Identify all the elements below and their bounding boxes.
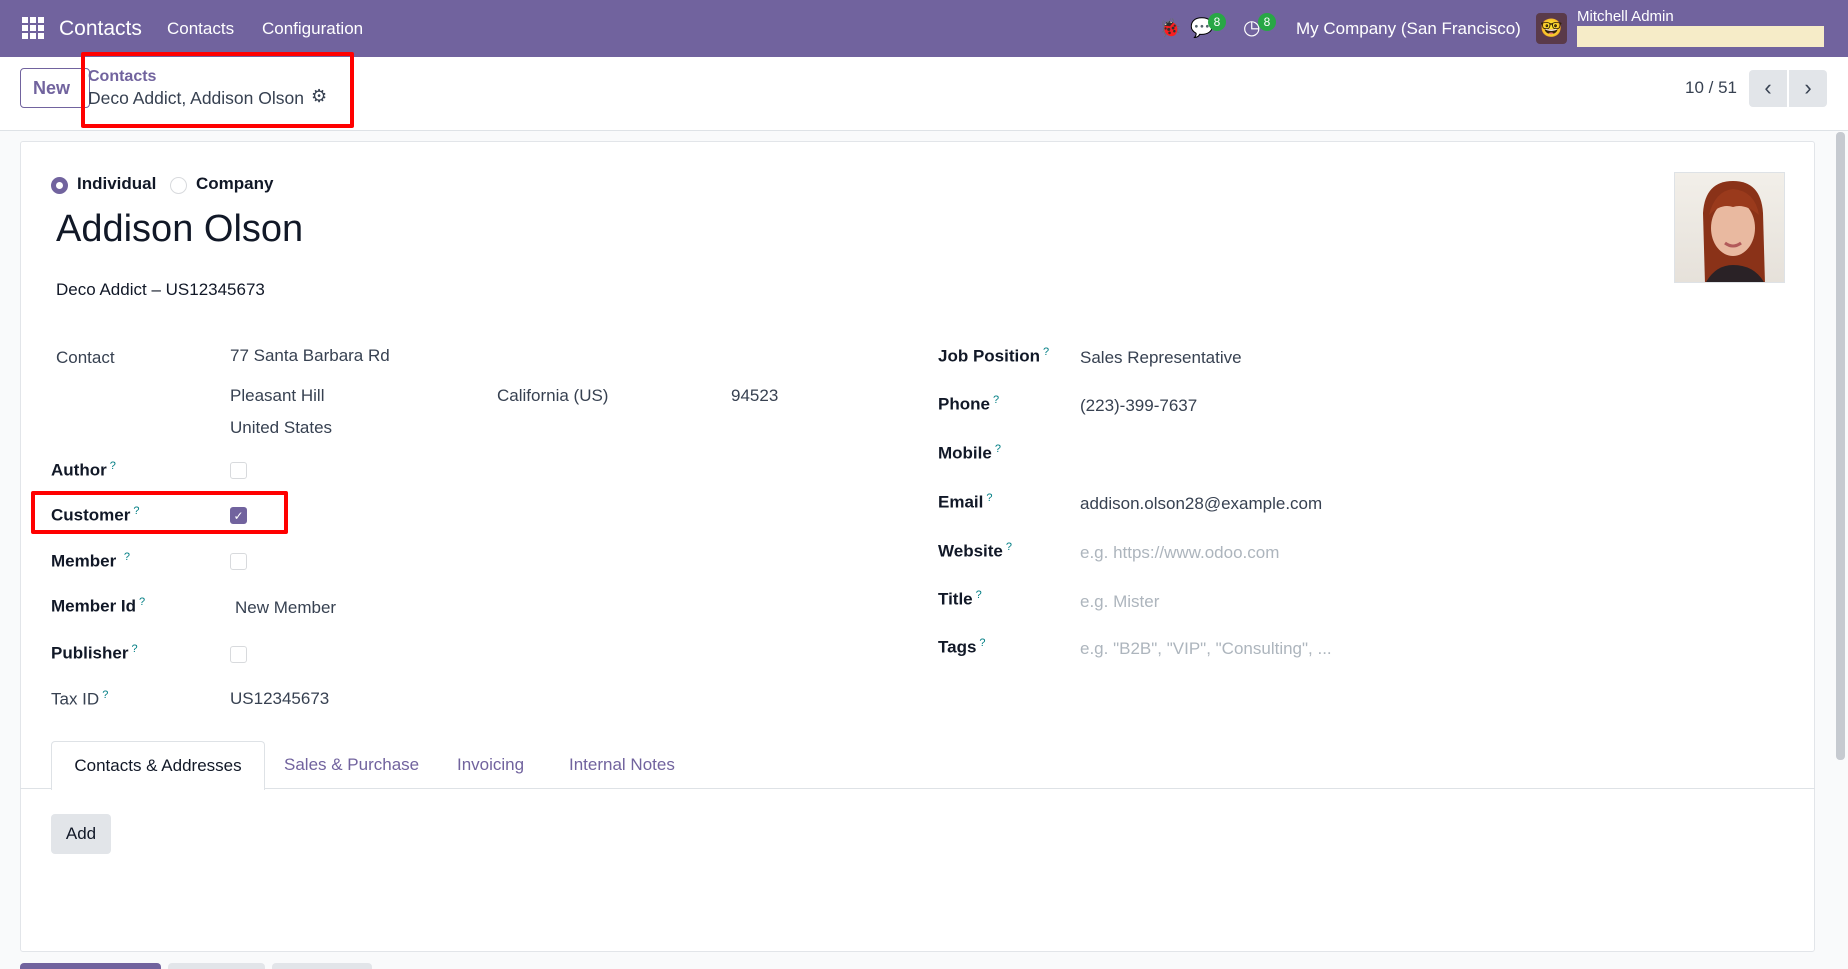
member-checkbox[interactable] — [230, 553, 247, 570]
city-field[interactable]: Pleasant Hill — [230, 386, 325, 406]
email-label: Email? — [938, 492, 993, 512]
job-position-label: Job Position? — [938, 346, 1050, 366]
contact-name-field[interactable]: Addison Olson — [56, 208, 303, 251]
zip-field[interactable]: 94523 — [731, 386, 778, 406]
control-panel: New Contacts Deco Addict, Addison Olson … — [0, 52, 1848, 131]
tax-id-field[interactable]: US12345673 — [230, 689, 329, 709]
highlight-box-breadcrumb — [81, 52, 354, 128]
apps-menu-icon[interactable] — [22, 17, 44, 39]
tab-invoicing[interactable]: Invoicing — [457, 741, 524, 789]
title-field[interactable]: e.g. Mister — [1080, 592, 1159, 612]
website-field[interactable]: e.g. https://www.odoo.com — [1080, 543, 1279, 563]
company-field[interactable]: Deco Addict – US12345673 — [56, 280, 265, 300]
country-field[interactable]: United States — [230, 418, 332, 438]
member-id-field[interactable]: New Member — [235, 598, 336, 618]
phone-label: Phone? — [938, 394, 1000, 414]
user-avatar[interactable]: 🤓 — [1536, 13, 1567, 44]
company-switcher[interactable]: My Company (San Francisco) — [1296, 0, 1521, 57]
pager-value[interactable]: 10 / 51 — [1685, 78, 1737, 98]
contact-label: Contact — [56, 348, 115, 367]
author-checkbox[interactable] — [230, 462, 247, 479]
add-contact-button[interactable]: Add — [51, 814, 111, 854]
phone-field[interactable]: (223)-399-7637 — [1080, 396, 1197, 416]
street-field[interactable]: 77 Santa Barbara Rd — [230, 346, 390, 366]
member-id-label: Member Id? — [51, 596, 146, 616]
radio-company-label[interactable]: Company — [196, 174, 273, 194]
scrollbar[interactable] — [1836, 132, 1845, 760]
email-field[interactable]: addison.olson28@example.com — [1080, 494, 1322, 514]
app-title[interactable]: Contacts — [59, 0, 142, 57]
chatter-log-note-button[interactable] — [168, 963, 265, 969]
tags-field[interactable]: e.g. "B2B", "VIP", "Consulting", ... — [1080, 639, 1332, 659]
messages-badge: 8 — [1208, 13, 1226, 31]
author-label: Author? — [51, 460, 116, 480]
radio-company[interactable] — [170, 177, 187, 194]
contact-photo[interactable] — [1674, 172, 1785, 283]
tab-sales-purchase[interactable]: Sales & Purchase — [284, 741, 419, 789]
tab-contacts-addresses[interactable]: Contacts & Addresses — [51, 741, 265, 790]
menu-contacts[interactable]: Contacts — [167, 0, 234, 57]
publisher-label: Publisher? — [51, 643, 138, 663]
publisher-checkbox[interactable] — [230, 646, 247, 663]
debug-bug-icon[interactable]: 🐞 — [1159, 0, 1181, 57]
state-field[interactable]: California (US) — [497, 386, 608, 406]
job-position-field[interactable]: Sales Representative — [1080, 348, 1242, 368]
radio-individual-label[interactable]: Individual — [77, 174, 156, 194]
activity-badge: 8 — [1258, 13, 1276, 31]
highlight-box-customer — [31, 491, 288, 534]
pager-next-button[interactable]: › — [1789, 70, 1827, 107]
radio-individual[interactable] — [51, 177, 68, 194]
title-label: Title? — [938, 589, 982, 609]
top-navbar: Contacts Contacts Configuration 🐞 💬 8 ◷ … — [0, 0, 1848, 57]
tags-label: Tags? — [938, 637, 986, 657]
form-sheet — [20, 141, 1815, 952]
pager-previous-button[interactable]: ‹ — [1749, 70, 1787, 107]
mobile-field[interactable] — [1080, 445, 1480, 467]
activity-clock-icon[interactable]: ◷ — [1243, 0, 1260, 57]
mobile-label: Mobile? — [938, 443, 1001, 463]
chatter-activities-button[interactable] — [272, 963, 372, 969]
user-name[interactable]: Mitchell Admin — [1577, 8, 1674, 26]
chatter-send-message-button[interactable] — [20, 963, 161, 969]
menu-configuration[interactable]: Configuration — [262, 0, 363, 57]
user-db-bar — [1577, 26, 1824, 47]
tab-internal-notes[interactable]: Internal Notes — [569, 741, 675, 789]
tax-id-label: Tax ID? — [51, 689, 109, 709]
website-label: Website? — [938, 541, 1012, 561]
new-button[interactable]: New — [20, 68, 90, 108]
member-label: Member ? — [51, 551, 131, 571]
